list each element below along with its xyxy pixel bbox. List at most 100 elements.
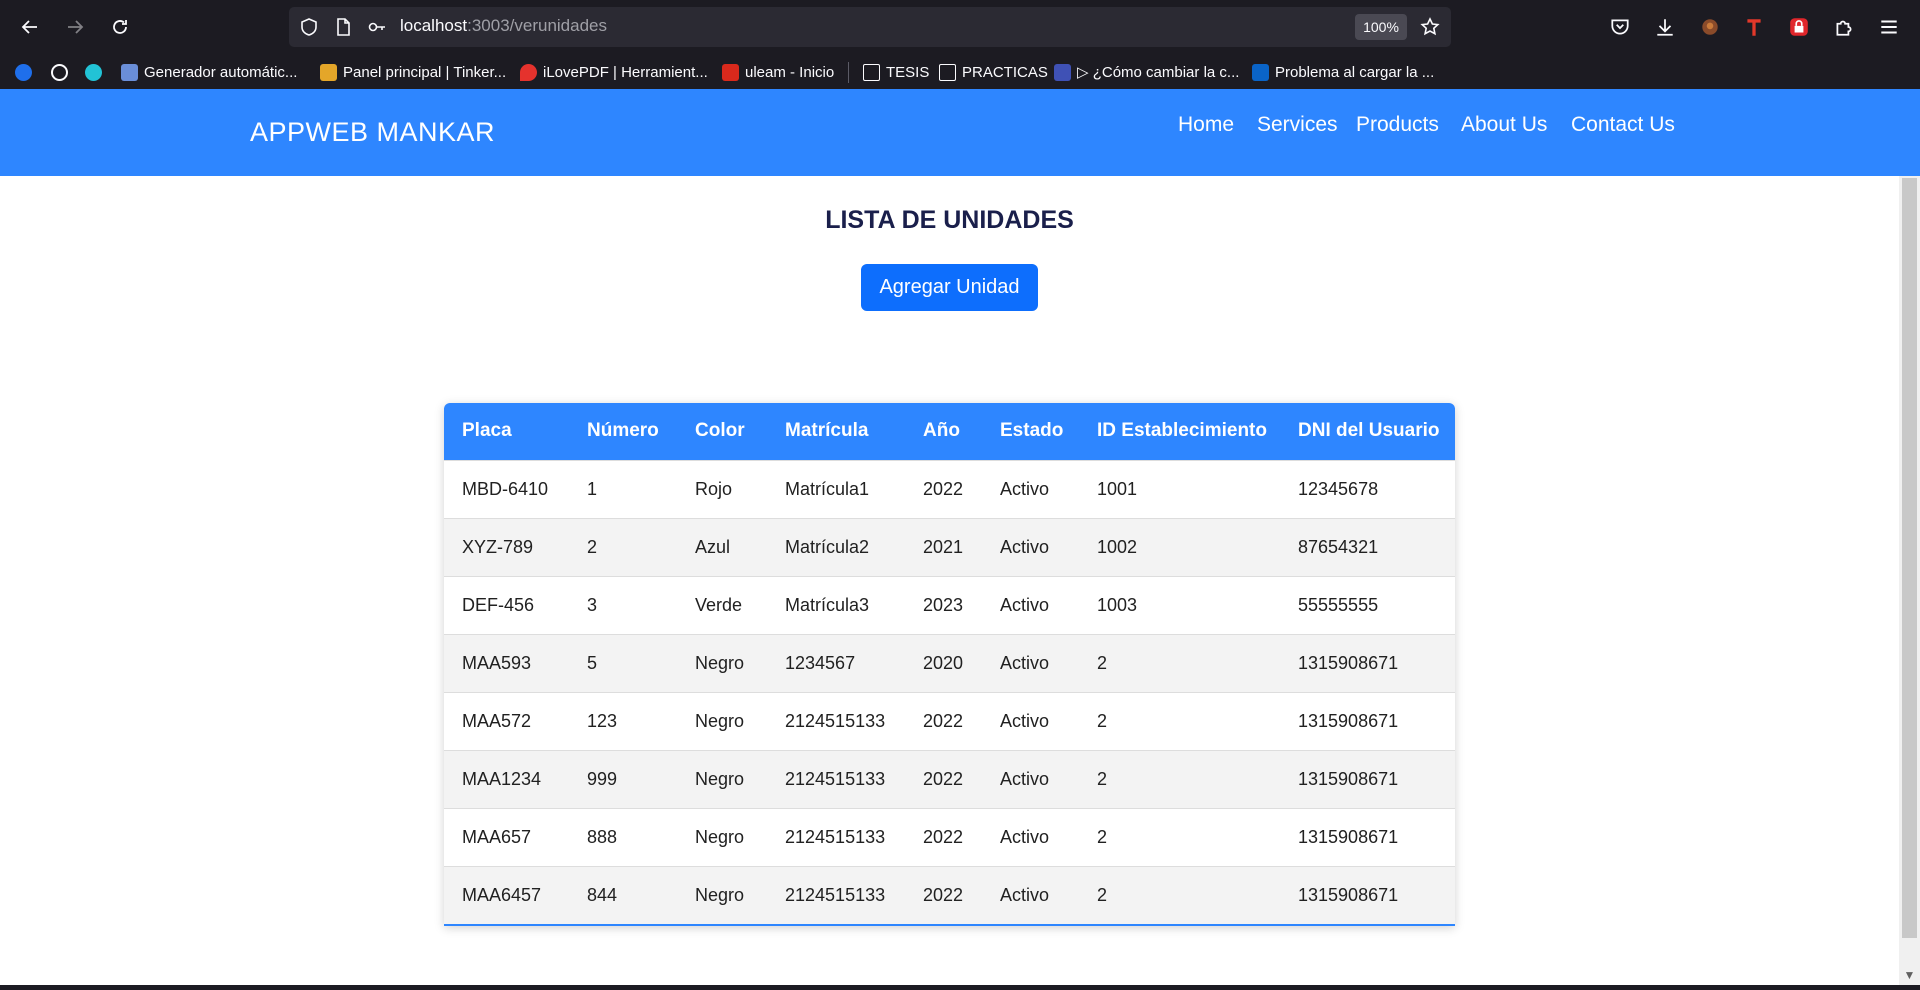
table-cell: XYZ-789 — [444, 517, 569, 576]
url-path: :3003/verunidades — [467, 16, 607, 35]
bookmark-label: uleam - Inicio — [745, 63, 835, 81]
column-header: DNI del Usuario — [1280, 403, 1455, 460]
table-cell: 1315908671 — [1280, 749, 1455, 808]
bookmark-item[interactable] — [51, 59, 74, 85]
bookmark-label: TESIS — [886, 63, 930, 81]
page-icon[interactable] — [333, 17, 353, 37]
table-cell: Matrícula2 — [767, 517, 905, 576]
bookmark-item[interactable] — [15, 59, 38, 85]
download-icon[interactable] — [1653, 15, 1677, 39]
table-cell: 2022 — [905, 865, 982, 924]
bookmark-item[interactable]: Generador automátic... — [121, 59, 297, 85]
table-cell: Negro — [677, 691, 767, 750]
table-cell: 1 — [569, 459, 677, 518]
table-row: MBD-6410 1 Rojo Matrícula1 2022 Activo 1001 123… — [444, 459, 1455, 518]
units-table: Placa Número Color Matrícula Año Estado … — [444, 403, 1455, 924]
column-header: Color — [677, 403, 767, 460]
table-cell: 2023 — [905, 575, 982, 634]
bookmark-label: PRACTICAS — [962, 63, 1048, 81]
bookmark-item[interactable]: Panel principal | Tinker... — [320, 59, 506, 85]
table-cell: Activo — [982, 459, 1079, 518]
column-header: Placa — [444, 403, 569, 460]
table-row: MAA593 5 Negro 1234567 2020 Activo 2 1315908671 — [444, 633, 1455, 692]
table-cell: 2020 — [905, 633, 982, 692]
table-row: XYZ-789 2 Azul Matrícula2 2021 Activo 1002 8765… — [444, 517, 1455, 576]
table-row: MAA657 888 Negro 2124515133 2022 Activo 2 13159… — [444, 807, 1455, 866]
bookmark-label: Problema al cargar la ... — [1275, 63, 1435, 81]
heart-icon — [520, 63, 537, 81]
table-cell: MAA572 — [444, 691, 569, 750]
column-header: Matrícula — [767, 403, 905, 460]
table-cell: MBD-6410 — [444, 459, 569, 518]
table-cell: 2 — [1079, 865, 1280, 924]
table-cell: 1315908671 — [1280, 807, 1455, 866]
bookmarks-bar: Generador automátic... Panel principal |… — [0, 55, 1920, 89]
shield-icon[interactable] — [299, 17, 319, 37]
table-cell: 55555555 — [1280, 575, 1455, 634]
nav-link-home[interactable]: Home — [1178, 113, 1234, 137]
table-cell: Activo — [982, 749, 1079, 808]
table-cell: 2 — [1079, 807, 1280, 866]
table-cell: MAA593 — [444, 633, 569, 692]
text-icon[interactable] — [1742, 15, 1766, 39]
table-cell: 2124515133 — [767, 749, 905, 808]
table-cell: 2124515133 — [767, 865, 905, 924]
bookmark-item[interactable]: ▷ ¿Cómo cambiar la c... — [1054, 59, 1239, 85]
table-cell: 5 — [569, 633, 677, 692]
site-icon — [1054, 63, 1071, 81]
bookmark-folder[interactable]: TESIS — [863, 59, 929, 85]
outlook-icon — [1252, 63, 1269, 81]
bookmark-item[interactable]: Problema al cargar la ... — [1252, 59, 1434, 85]
site-brand[interactable]: APPWEB MANKAR — [250, 117, 495, 148]
star-icon[interactable] — [1420, 17, 1440, 37]
bookmark-item[interactable] — [85, 59, 108, 85]
canva-icon — [85, 63, 102, 81]
key-icon[interactable] — [367, 17, 387, 37]
menu-icon[interactable] — [1877, 15, 1901, 39]
scrollbar-thumb[interactable] — [1902, 178, 1917, 938]
forward-icon[interactable] — [58, 10, 92, 44]
nav-link-products[interactable]: Products — [1356, 113, 1439, 137]
nav-link-services[interactable]: Services — [1257, 113, 1338, 137]
table-cell: Negro — [677, 633, 767, 692]
lock-extension-icon[interactable] — [1787, 15, 1811, 39]
nav-link-about-us[interactable]: About Us — [1461, 113, 1547, 137]
page-title: LISTA DE UNIDADES — [825, 206, 1074, 234]
table-cell: MAA1234 — [444, 749, 569, 808]
bookmark-label: ▷ ¿Cómo cambiar la c... — [1077, 64, 1240, 81]
column-header: Año — [905, 403, 982, 460]
back-icon[interactable] — [13, 10, 47, 44]
table-cell: Negro — [677, 807, 767, 866]
url-bar[interactable]: localhost:3003/verunidades 100% — [289, 7, 1451, 47]
nav-link-contact-us[interactable]: Contact Us — [1571, 113, 1675, 137]
url-text[interactable]: localhost:3003/verunidades — [400, 16, 607, 36]
table-cell: 999 — [569, 749, 677, 808]
reload-icon[interactable] — [103, 10, 137, 44]
table-row: MAA572 123 Negro 2124515133 2022 Activo 2 13159… — [444, 691, 1455, 750]
bookmark-item[interactable]: iLovePDF | Herramient... — [520, 59, 708, 85]
table-row: DEF-456 3 Verde Matrícula3 2023 Activo 1003 555… — [444, 575, 1455, 634]
globe-icon — [15, 63, 32, 81]
table-cell: 87654321 — [1280, 517, 1455, 576]
bookmark-label: Generador automátic... — [144, 63, 298, 81]
table-cell: 2 — [1079, 633, 1280, 692]
table-cell: 2124515133 — [767, 691, 905, 750]
table-cell: Activo — [982, 575, 1079, 634]
browser-toolbar: localhost:3003/verunidades 100% — [0, 0, 1920, 55]
pocket-icon[interactable] — [1608, 15, 1632, 39]
bookmark-item[interactable]: uleam - Inicio — [722, 59, 834, 85]
column-header: Número — [569, 403, 677, 460]
zoom-indicator[interactable]: 100% — [1355, 14, 1407, 40]
bookmark-folder[interactable]: PRACTICAS — [939, 59, 1048, 85]
table-cell: 2 — [1079, 691, 1280, 750]
table-cell: Verde — [677, 575, 767, 634]
site-navbar: APPWEB MANKAR Home Services Products Abo… — [0, 89, 1920, 176]
add-unit-button[interactable]: Agregar Unidad — [861, 264, 1038, 311]
extension-icon[interactable] — [1698, 15, 1722, 39]
table-cell: 844 — [569, 865, 677, 924]
scroll-down-icon[interactable]: ▼ — [1902, 968, 1917, 984]
table-row: MAA1234 999 Negro 2124515133 2022 Activo 2 1315… — [444, 749, 1455, 808]
puzzle-icon[interactable] — [1832, 15, 1856, 39]
table-cell: DEF-456 — [444, 575, 569, 634]
table-cell: Negro — [677, 749, 767, 808]
